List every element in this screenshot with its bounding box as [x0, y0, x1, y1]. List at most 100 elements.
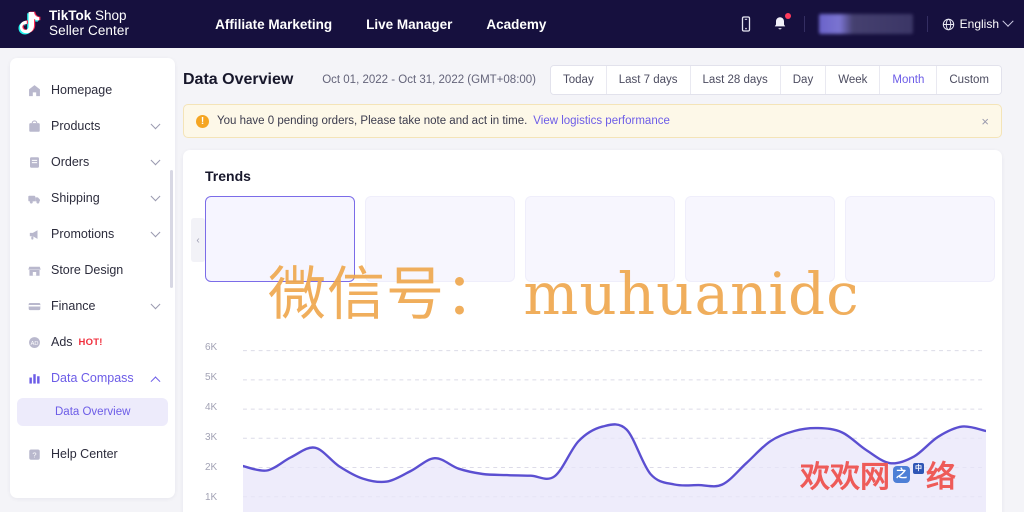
top-nav: Affiliate Marketing Live Manager Academy: [215, 17, 546, 32]
header-actions: English: [736, 0, 1014, 48]
language-selector[interactable]: English: [942, 15, 1014, 31]
metric-tile[interactable]: [525, 196, 675, 282]
notification-dot: [784, 13, 791, 19]
megaphone-icon: [26, 226, 42, 242]
sidebar-item-finance[interactable]: Finance: [17, 288, 168, 324]
storefront-icon: [26, 262, 42, 278]
ads-icon: AD: [26, 334, 42, 350]
sidebar-item-homepage[interactable]: Homepage: [17, 72, 168, 108]
sidebar-item-products[interactable]: Products: [17, 108, 168, 144]
y-tick-label: 1K: [205, 492, 218, 503]
sidebar-label: Ads: [51, 335, 73, 349]
bar-chart-icon: [26, 370, 42, 386]
pending-orders-alert: ! You have 0 pending orders, Please take…: [183, 104, 1002, 138]
range-button-group: Today Last 7 days Last 28 days Day Week …: [550, 65, 1002, 95]
user-account-blurred[interactable]: [818, 14, 913, 34]
chevron-up-icon: [150, 375, 161, 386]
sidebar-item-data-compass[interactable]: Data Compass: [17, 360, 168, 396]
sidebar-label: Help Center: [51, 447, 118, 461]
globe-icon: [942, 18, 954, 30]
chevron-down-icon: [150, 298, 161, 309]
metric-tiles: ‹: [191, 196, 1002, 282]
range-button-day[interactable]: Day: [780, 66, 827, 94]
page-header: Data Overview Oct 01, 2022 - Oct 31, 202…: [183, 58, 1024, 102]
trends-title: Trends: [205, 168, 251, 184]
scroll-left-button[interactable]: ‹: [191, 218, 205, 262]
metric-tile[interactable]: [685, 196, 835, 282]
chevron-down-icon: [150, 154, 161, 165]
language-label: English: [959, 17, 999, 31]
metric-tile-selected[interactable]: [205, 196, 355, 282]
y-tick-label: 6K: [205, 342, 218, 353]
range-button-month[interactable]: Month: [880, 66, 938, 94]
close-icon[interactable]: ×: [981, 115, 989, 128]
chevron-down-icon: [1002, 15, 1014, 27]
warning-icon: !: [196, 114, 209, 128]
sidebar-item-promotions[interactable]: Promotions: [17, 216, 168, 252]
main-content: Data Overview Oct 01, 2022 - Oct 31, 202…: [183, 48, 1024, 512]
nav-academy[interactable]: Academy: [486, 17, 546, 32]
mobile-icon[interactable]: [736, 14, 756, 34]
date-range-label: Oct 01, 2022 - Oct 31, 2022 (GMT+08:00): [322, 74, 537, 86]
alert-message: You have 0 pending orders, Please take n…: [217, 115, 528, 127]
chart-area-fill: [243, 424, 986, 512]
home-icon: [26, 82, 42, 98]
range-button-week[interactable]: Week: [826, 66, 881, 94]
trends-card: Trends ‹ 6K 5K 4K 3K 2K 1K: [183, 150, 1002, 512]
sidebar: Homepage Products Orders Shipping Promot…: [10, 58, 175, 498]
y-tick-label: 4K: [205, 402, 218, 413]
y-axis: 6K 5K 4K 3K 2K 1K: [205, 336, 239, 512]
clipboard-icon: [26, 154, 42, 170]
sidebar-label: Products: [51, 119, 101, 133]
chart-svg: [243, 350, 986, 512]
sidebar-subitem-data-overview[interactable]: Data Overview: [17, 398, 168, 426]
brand-logo[interactable]: TikTok Shop Seller Center: [16, 9, 129, 38]
svg-text:AD: AD: [30, 340, 38, 346]
y-tick-label: 2K: [205, 462, 218, 473]
header-divider-right: [926, 16, 928, 32]
chart-plot-area: [243, 336, 986, 512]
sidebar-item-ads[interactable]: AD Ads HOT!: [17, 324, 168, 360]
metric-tile[interactable]: [845, 196, 995, 282]
range-button-last-7-days[interactable]: Last 7 days: [606, 66, 691, 94]
sidebar-label: Data Compass: [51, 371, 134, 385]
range-button-last-28-days[interactable]: Last 28 days: [690, 66, 781, 94]
sidebar-item-shipping[interactable]: Shipping: [17, 180, 168, 216]
sidebar-item-help-center[interactable]: ? Help Center: [17, 436, 168, 472]
range-button-custom[interactable]: Custom: [937, 66, 1001, 94]
tiktok-note-icon: [16, 10, 42, 38]
bell-icon[interactable]: [770, 13, 791, 34]
chevron-down-icon: [150, 190, 161, 201]
view-logistics-performance-link[interactable]: View logistics performance: [533, 115, 670, 127]
brand-line-2: Seller Center: [49, 23, 130, 38]
nav-live-manager[interactable]: Live Manager: [366, 17, 452, 32]
sidebar-item-store-design[interactable]: Store Design: [17, 252, 168, 288]
sidebar-label: Store Design: [51, 263, 124, 277]
page-title: Data Overview: [183, 71, 294, 88]
truck-icon: [26, 190, 42, 206]
svg-text:?: ?: [32, 450, 36, 459]
help-icon: ?: [26, 446, 42, 462]
y-tick-label: 5K: [205, 372, 218, 383]
top-header: TikTok Shop Seller Center Affiliate Mark…: [0, 0, 1024, 48]
brand-line-1: TikTok Shop: [49, 8, 127, 24]
chevron-down-icon: [150, 118, 161, 129]
sidebar-scrollbar[interactable]: [170, 170, 173, 288]
box-icon: [26, 118, 42, 134]
range-button-today[interactable]: Today: [551, 66, 607, 94]
nav-affiliate-marketing[interactable]: Affiliate Marketing: [215, 17, 332, 32]
sidebar-label: Promotions: [51, 227, 115, 241]
sidebar-item-orders[interactable]: Orders: [17, 144, 168, 180]
trends-chart: 6K 5K 4K 3K 2K 1K: [205, 336, 986, 512]
sidebar-sublabel: Data Overview: [55, 406, 131, 418]
card-icon: [26, 298, 42, 314]
app-root: TikTok Shop Seller Center Affiliate Mark…: [0, 0, 1024, 512]
sidebar-label: Orders: [51, 155, 90, 169]
brand-text: TikTok Shop Seller Center: [49, 9, 129, 38]
y-tick-label: 3K: [205, 432, 218, 443]
sidebar-label: Shipping: [51, 191, 100, 205]
header-divider-left: [803, 16, 805, 32]
date-controls: Oct 01, 2022 - Oct 31, 2022 (GMT+08:00) …: [322, 65, 1002, 95]
metric-tile[interactable]: [365, 196, 515, 282]
hot-badge: HOT!: [78, 336, 103, 348]
